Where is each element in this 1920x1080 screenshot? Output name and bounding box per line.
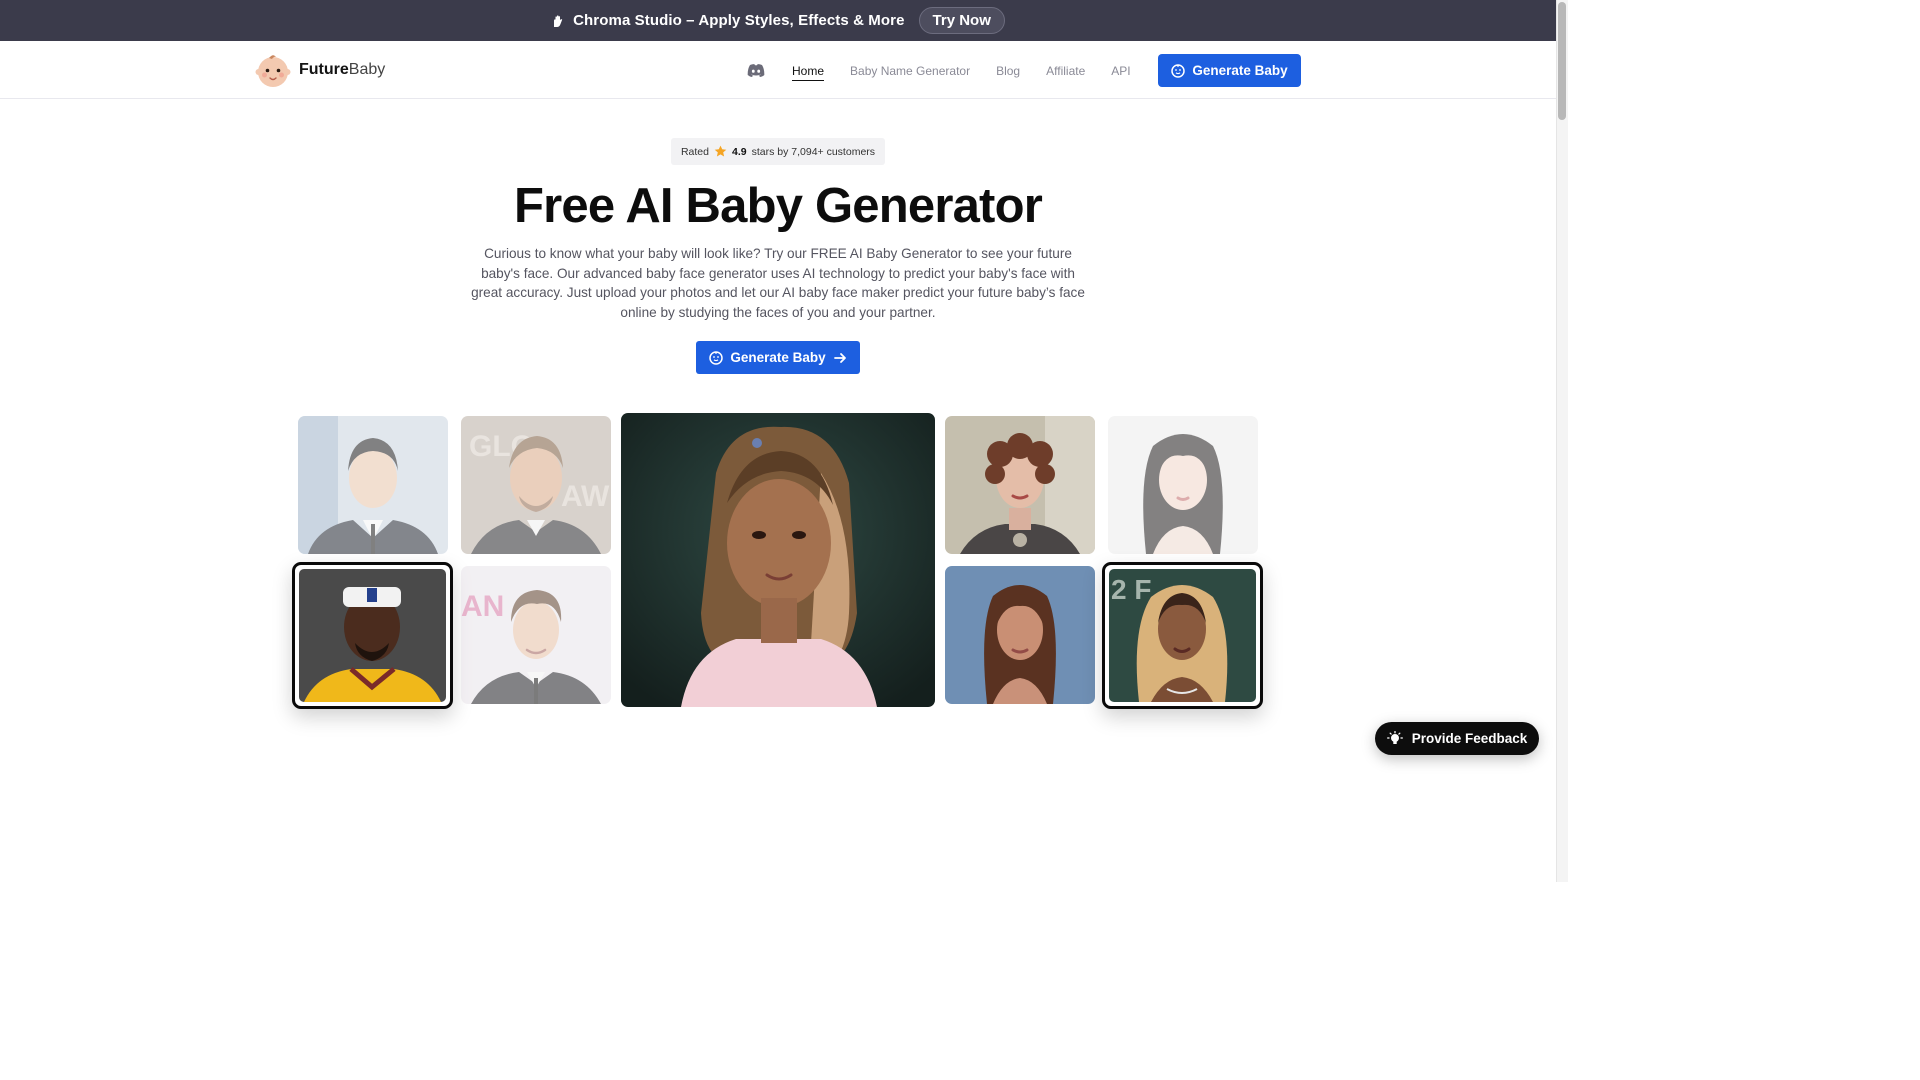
selected-parent-photo[interactable] — [292, 562, 453, 709]
nav-baby-name-generator[interactable]: Baby Name Generator — [850, 62, 970, 80]
svg-text:AW: AW — [561, 480, 610, 513]
scrollbar-thumb[interactable] — [1558, 2, 1566, 120]
parent-photo[interactable]: GLO AW — [461, 416, 611, 554]
promo-banner: Chroma Studio – Apply Styles, Effects & … — [0, 0, 1556, 41]
woman-portrait-image — [945, 566, 1095, 704]
selected-parent-photo[interactable]: 2 F — [1102, 562, 1263, 709]
hero-description: Curious to know what your baby will look… — [471, 246, 1085, 320]
man-portrait-image: GLO AW — [461, 416, 611, 554]
discord-icon[interactable] — [746, 63, 766, 79]
arrow-right-icon — [833, 352, 846, 363]
rating-prefix: Rated — [680, 145, 709, 158]
rating-badge: Rated 4.9 stars by 7,094+ customers — [671, 138, 885, 165]
logo-text-strong: Future — [299, 61, 349, 78]
main-nav: Home Baby Name Generator Blog Affiliate … — [746, 55, 1157, 87]
logo-text: FutureBaby — [299, 61, 385, 79]
parent-photo[interactable] — [1108, 416, 1258, 554]
page-scrollbar[interactable] — [1556, 0, 1568, 882]
hand-wave-icon — [554, 14, 563, 27]
promo-text: Chroma Studio – Apply Styles, Effects & … — [573, 12, 905, 29]
woman-portrait-image — [1108, 416, 1258, 554]
parent-photo[interactable] — [945, 566, 1095, 704]
lightbulb-icon — [1386, 730, 1403, 744]
nav-blog[interactable]: Blog — [996, 62, 1020, 80]
woman-portrait-image — [945, 416, 1095, 554]
rating-suffix: stars by 7,094+ customers — [751, 145, 876, 158]
svg-text:2 F: 2 F — [1111, 574, 1151, 605]
athlete-portrait-image — [299, 569, 446, 702]
nav-api[interactable]: API — [1111, 62, 1130, 80]
baby-face-icon — [709, 350, 724, 365]
generated-baby-photo[interactable] — [621, 413, 935, 707]
parent-photo[interactable] — [298, 416, 448, 554]
try-now-button[interactable]: Try Now — [918, 7, 1005, 34]
nav-home[interactable]: Home — [792, 62, 825, 81]
provide-feedback-button[interactable]: Provide Feedback — [1375, 722, 1539, 755]
rating-score: 4.9 — [731, 145, 747, 158]
baby-face-icon — [1171, 63, 1186, 78]
page-title: Free AI Baby Generator — [514, 179, 1043, 233]
photo-frame: 2 F — [1109, 569, 1256, 702]
girl-portrait-image — [621, 413, 935, 707]
logo-text-light: Baby — [348, 61, 386, 78]
header-generate-baby-label: Generate Baby — [1192, 63, 1288, 78]
header-generate-baby-button[interactable]: Generate Baby — [1158, 54, 1301, 87]
hero-generate-baby-label: Generate Baby — [730, 350, 826, 365]
man-portrait-image — [298, 416, 448, 554]
baby-face-logo-icon — [255, 55, 291, 87]
man-portrait-image: AN — [461, 566, 611, 704]
site-header: FutureBaby Home Baby Name Generator Blog… — [0, 41, 1556, 99]
nav-affiliate[interactable]: Affiliate — [1046, 62, 1085, 80]
star-icon — [714, 145, 727, 157]
logo[interactable]: FutureBaby — [255, 52, 385, 88]
hero-generate-baby-button[interactable]: Generate Baby — [696, 341, 860, 374]
provide-feedback-label: Provide Feedback — [1411, 731, 1528, 746]
svg-text:AN: AN — [461, 590, 504, 623]
woman-portrait-image: 2 F — [1109, 569, 1256, 702]
parent-photo[interactable]: AN — [461, 566, 611, 704]
photo-frame — [299, 569, 446, 702]
parent-photo[interactable] — [945, 416, 1095, 554]
